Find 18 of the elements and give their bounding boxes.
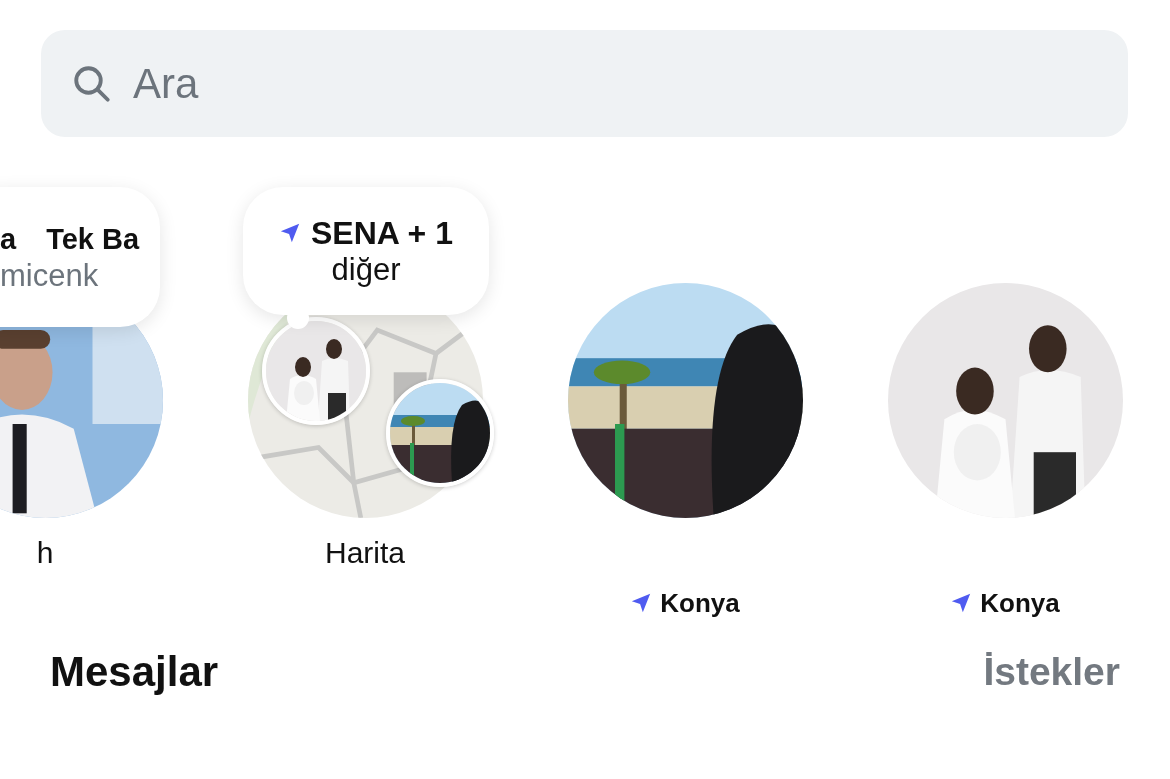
note-title: SENA + 1	[311, 214, 453, 252]
search-field[interactable]: Ara	[41, 30, 1128, 137]
requests-link[interactable]: İstekler	[983, 650, 1120, 694]
location-label: Konya	[980, 588, 1060, 618]
section-title: Mesajlar	[50, 648, 219, 696]
note-bubble[interactable]: a Tek Ba micenk	[0, 187, 160, 327]
story-label: Harita	[325, 535, 405, 571]
note-subtitle: micenk	[0, 258, 99, 294]
note-bubble[interactable]: SENA + 1 diğer	[243, 187, 489, 315]
note-title: a	[0, 222, 17, 257]
location-label: Konya	[660, 588, 740, 618]
location-arrow-icon	[630, 592, 653, 614]
location-arrow-icon	[279, 222, 301, 244]
note-title: Tek Ba	[46, 222, 140, 257]
note-subtitle: diğer	[331, 252, 401, 288]
story-label: h	[36, 535, 54, 571]
search-input[interactable]: Ara	[133, 53, 1098, 114]
location-arrow-icon	[950, 592, 973, 614]
